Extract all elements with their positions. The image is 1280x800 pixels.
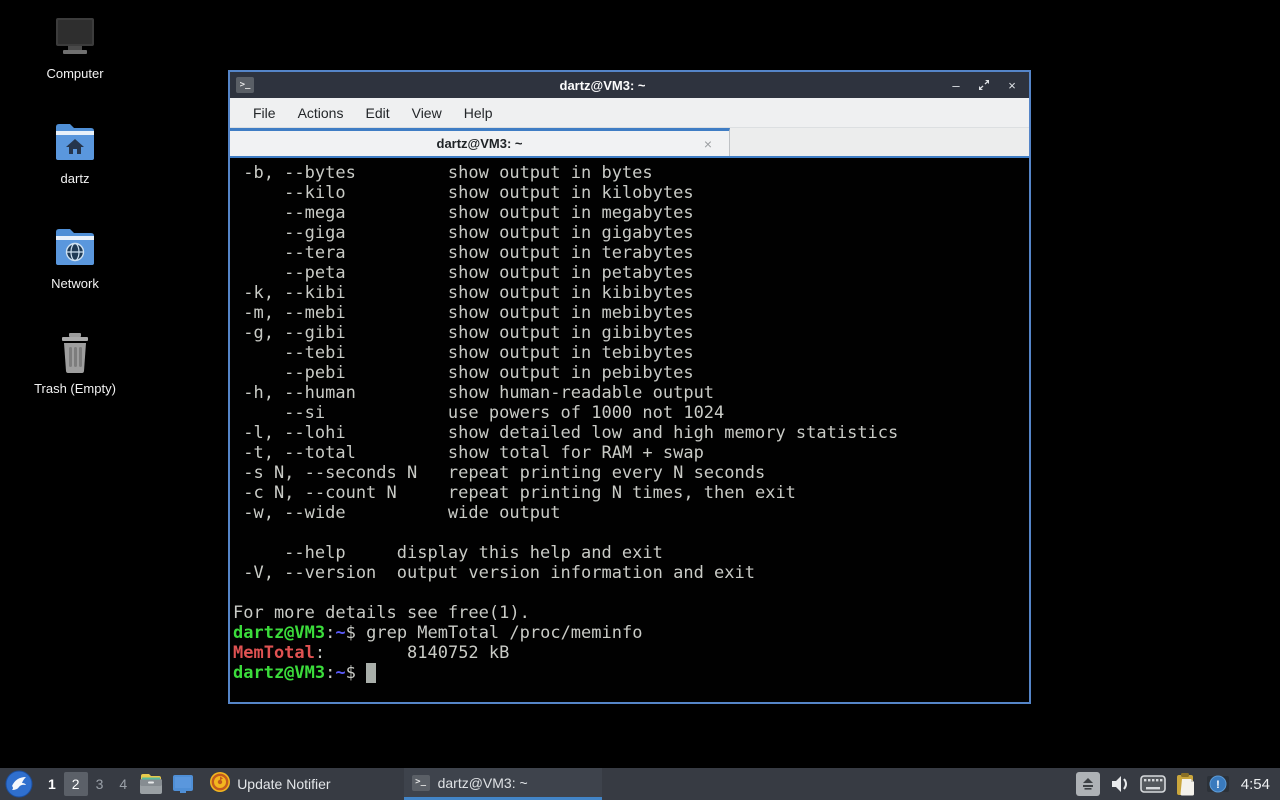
- tab-bar: dartz@VM3: ~ ×: [230, 128, 1029, 158]
- desktop-icon-trash[interactable]: Trash (Empty): [23, 329, 127, 396]
- tab-title: dartz@VM3: ~: [436, 136, 523, 151]
- menu-edit[interactable]: Edit: [354, 101, 400, 125]
- terminal-line: -t, --total show total for RAM + swap: [233, 443, 704, 463]
- terminal-app-icon: >_: [236, 77, 254, 93]
- terminal-output[interactable]: -b, --bytes show output in bytes --kilo …: [230, 158, 1029, 702]
- terminal-line: --si use powers of 1000 not 1024: [233, 403, 725, 423]
- terminal-line: --tebi show output in tebibytes: [233, 343, 694, 363]
- taskbar: 1 2 3 4 Update Notifier >_ dartz@VM3: ~ …: [0, 768, 1280, 800]
- workspace-4-button[interactable]: 4: [111, 772, 135, 796]
- desktop-icon-home[interactable]: dartz: [23, 119, 127, 186]
- workspace-3-button[interactable]: 3: [88, 772, 112, 796]
- terminal-line: --giga show output in gigabytes: [233, 223, 694, 243]
- terminal-line: --help display this help and exit: [233, 543, 663, 563]
- file-manager-icon[interactable]: [137, 771, 165, 797]
- minimize-button[interactable]: –: [945, 76, 967, 94]
- terminal-line: -w, --wide wide output: [233, 503, 561, 523]
- window-title: dartz@VM3: ~: [559, 77, 646, 93]
- close-button[interactable]: ×: [1001, 76, 1023, 94]
- menu-view[interactable]: View: [401, 101, 453, 125]
- terminal-line: -m, --mebi show output in mebibytes: [233, 303, 694, 323]
- terminal-line: -c N, --count N repeat printing N times,…: [233, 483, 796, 503]
- trash-icon: [50, 329, 100, 375]
- taskbar-window-label: dartz@VM3: ~: [437, 774, 528, 791]
- desktop-icon-label: dartz: [60, 171, 90, 186]
- terminal-line: MemTotal: 8140752 kB: [233, 643, 510, 663]
- terminal-line: -s N, --seconds N repeat printing every …: [233, 463, 766, 483]
- terminal-line: -b, --bytes show output in bytes: [233, 163, 653, 183]
- menu-help[interactable]: Help: [453, 101, 504, 125]
- workspace-2-button[interactable]: 2: [63, 772, 88, 796]
- terminal-line: dartz@VM3:~$: [233, 663, 1029, 683]
- volume-icon[interactable]: [1109, 774, 1131, 794]
- terminal-line: -l, --lohi show detailed low and high me…: [233, 423, 899, 443]
- menu-bar: File Actions Edit View Help: [230, 98, 1029, 128]
- update-notifier-label: Update Notifier: [237, 776, 331, 792]
- desktop-icon-computer[interactable]: Computer: [23, 14, 127, 81]
- system-tray: ! 4:54: [1075, 772, 1280, 796]
- terminal-line: --pebi show output in pebibytes: [233, 363, 694, 383]
- update-notifier-launcher[interactable]: Update Notifier: [209, 771, 331, 798]
- maximize-button[interactable]: [973, 76, 995, 94]
- computer-icon: [50, 14, 100, 60]
- desktop-shortcut-icon[interactable]: [169, 771, 197, 797]
- svg-text:!: !: [1216, 779, 1220, 791]
- desktop-icon-network[interactable]: Network: [23, 224, 127, 291]
- taskbar-window-button[interactable]: >_ dartz@VM3: ~: [403, 768, 602, 800]
- workspace-1-button[interactable]: 1: [40, 772, 64, 796]
- terminal-line: For more details see free(1).: [233, 603, 530, 623]
- tab-bar-empty-area: [730, 128, 1029, 156]
- terminal-line: -V, --version output version information…: [233, 563, 755, 583]
- terminal-line: --mega show output in megabytes: [233, 203, 694, 223]
- desktop-icon-label: Computer: [46, 66, 104, 81]
- update-notifier-icon: [209, 771, 231, 798]
- menu-file[interactable]: File: [242, 101, 287, 125]
- tab-close-icon[interactable]: ×: [699, 135, 717, 153]
- eject-removable-media-icon[interactable]: [1075, 772, 1100, 796]
- clock[interactable]: 4:54: [1241, 776, 1270, 793]
- terminal-line: -g, --gibi show output in gibibytes: [233, 323, 694, 343]
- tab-terminal-session[interactable]: dartz@VM3: ~ ×: [230, 128, 730, 156]
- update-notification-tray-icon[interactable]: !: [1206, 774, 1230, 794]
- terminal-line: -k, --kibi show output in kibibytes: [233, 283, 694, 303]
- terminal-window: >_ dartz@VM3: ~ – × File Actions Edit Vi…: [228, 70, 1031, 704]
- desktop-icon-label: Network: [51, 276, 99, 291]
- start-menu-button[interactable]: [4, 769, 34, 799]
- keyboard-layout-icon[interactable]: [1139, 775, 1166, 793]
- menu-actions[interactable]: Actions: [287, 101, 355, 125]
- terminal-line: dartz@VM3:~$ grep MemTotal /proc/meminfo: [233, 623, 643, 643]
- terminal-line: --tera show output in terabytes: [233, 243, 694, 263]
- terminal-line: --kilo show output in kilobytes: [233, 183, 694, 203]
- terminal-app-icon: >_: [411, 774, 430, 791]
- window-titlebar[interactable]: >_ dartz@VM3: ~ – ×: [230, 72, 1029, 98]
- terminal-line: -h, --human show human-readable output: [233, 383, 715, 403]
- network-folder-icon: [50, 224, 100, 270]
- terminal-line: --peta show output in petabytes: [233, 263, 694, 283]
- clipboard-icon[interactable]: [1175, 772, 1197, 796]
- home-folder-icon: [50, 119, 100, 165]
- desktop-icon-label: Trash (Empty): [34, 381, 116, 396]
